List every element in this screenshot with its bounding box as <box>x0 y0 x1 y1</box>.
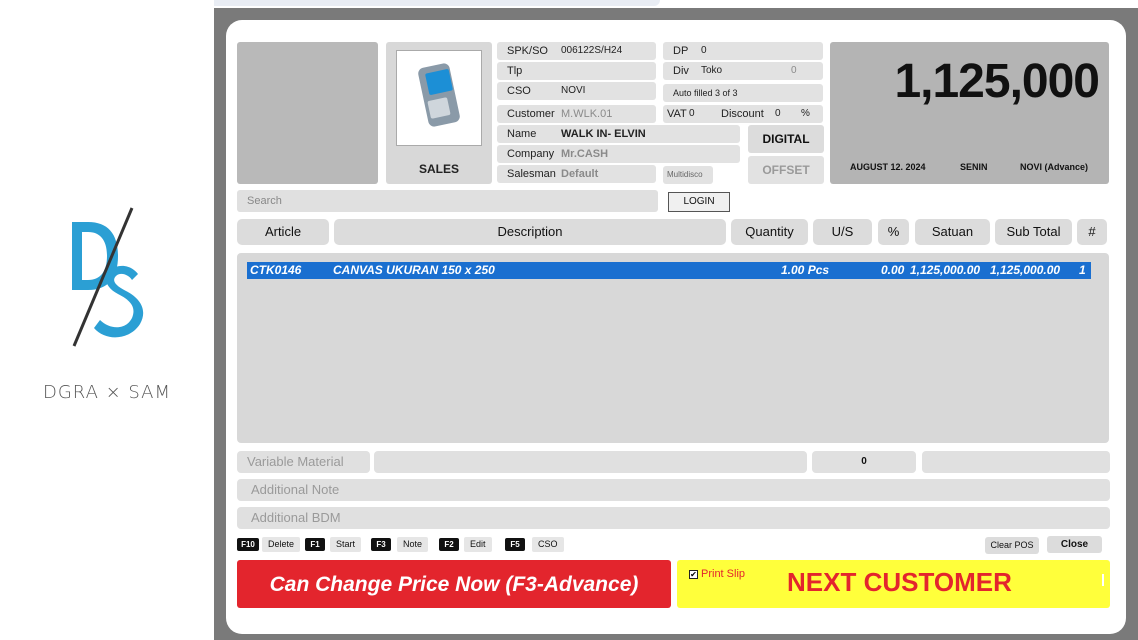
col-article[interactable]: Article <box>237 219 329 245</box>
div-value: Toko <box>701 65 723 76</box>
close-button[interactable]: Close <box>1047 536 1102 553</box>
shortcut-note[interactable]: Note <box>397 537 429 552</box>
cso-field[interactable]: CSO NOVI <box>497 82 656 100</box>
vat-discount-field[interactable]: VAT 0 Discount 0 % <box>663 105 823 123</box>
customer-value: M.WLK.01 <box>561 108 613 120</box>
div-count: 0 <box>791 65 797 76</box>
search-input[interactable]: Search <box>237 190 658 212</box>
multidisc-field[interactable]: Multidisco <box>663 166 713 184</box>
dp-label: DP <box>673 45 689 57</box>
cell-percent: 0.00 <box>881 263 905 277</box>
change-price-button[interactable]: Can Change Price Now (F3-Advance) <box>237 560 671 608</box>
div-label: Div <box>673 65 689 77</box>
total-amount: 1,125,000 <box>894 55 1100 108</box>
salesman-value: Default <box>561 168 599 180</box>
cso-value: NOVI <box>561 85 586 96</box>
day-text: SENIN <box>960 162 988 172</box>
key-f5: F5 <box>505 538 525 551</box>
shortcut-cso[interactable]: CSO <box>532 537 564 552</box>
sales-label: SALES <box>418 162 459 176</box>
digital-button[interactable]: DIGITAL <box>748 125 824 153</box>
cell-quantity: 1.00 Pcs <box>781 263 830 277</box>
customer-label: Customer <box>507 108 555 120</box>
spk-value: 006122S/H24 <box>561 45 623 56</box>
dp-field[interactable]: DP 0 <box>663 42 823 60</box>
user-text: NOVI (Advance) <box>1020 162 1089 172</box>
col-us[interactable]: U/S <box>813 219 872 245</box>
shortcut-start[interactable]: Start <box>330 537 362 552</box>
product-image <box>396 50 482 146</box>
discount-value: 0 <box>775 108 781 119</box>
autofill-text: Auto filled 3 of 3 <box>673 88 738 98</box>
spk-label: SPK/SO <box>507 45 548 57</box>
variable-material-label: Variable Material <box>237 451 370 473</box>
cursor-mark <box>1102 574 1104 586</box>
print-slip-label: Print Slip <box>701 568 746 580</box>
customer-photo <box>237 42 378 184</box>
variable-material-value: 0 <box>812 451 916 473</box>
div-field[interactable]: Div Toko 0 <box>663 62 823 80</box>
name-value: WALK IN- ELVIN <box>561 128 646 140</box>
salesman-label: Salesman <box>507 168 556 180</box>
salesman-field[interactable]: Salesman Default <box>497 165 656 183</box>
pos-screen: DGRA × SAM SALES SPK/SO 006122S/H24 Tlp … <box>0 0 1138 640</box>
offset-button[interactable]: OFFSET <box>748 156 824 184</box>
key-f10: F10 <box>237 538 259 551</box>
autofill-field: Auto filled 3 of 3 <box>663 84 823 102</box>
table-row[interactable]: CTK0146 CANVAS UKURAN 150 x 250 1.00 Pcs… <box>247 262 1091 279</box>
vat-label: VAT <box>667 108 687 120</box>
spk-field[interactable]: SPK/SO 006122S/H24 <box>497 42 656 60</box>
next-customer-button[interactable]: NEXT CUSTOMER <box>787 567 1012 598</box>
cso-label: CSO <box>507 85 531 97</box>
cell-description: CANVAS UKURAN 150 x 250 <box>333 263 495 277</box>
name-field[interactable]: Name WALK IN- ELVIN <box>497 125 740 143</box>
variable-material-extra[interactable] <box>922 451 1110 473</box>
phone-icon <box>418 63 460 127</box>
clear-pos-button[interactable]: Clear POS <box>985 537 1039 554</box>
next-customer-panel[interactable]: ✔ Print Slip NEXT CUSTOMER <box>677 560 1110 608</box>
discount-label: Discount <box>721 108 764 120</box>
cell-satuan: 1,125,000.00 <box>910 263 981 277</box>
shortcut-delete[interactable]: Delete <box>262 537 301 552</box>
key-f3: F3 <box>371 538 391 551</box>
col-subtotal[interactable]: Sub Total <box>995 219 1072 245</box>
name-label: Name <box>507 128 537 140</box>
tlp-field[interactable]: Tlp <box>497 62 656 80</box>
key-f1: F1 <box>305 538 325 551</box>
customer-field[interactable]: Customer M.WLK.01 <box>497 105 656 123</box>
col-satuan[interactable]: Satuan <box>915 219 990 245</box>
additional-bdm-input[interactable]: Additional BDM <box>237 507 1110 529</box>
company-label: Company <box>507 148 555 160</box>
tlp-label: Tlp <box>507 65 523 77</box>
shortcut-edit[interactable]: Edit <box>464 537 492 552</box>
brand-panel: DGRA × SAM <box>0 0 214 640</box>
item-grid[interactable]: CTK0146 CANVAS UKURAN 150 x 250 1.00 Pcs… <box>237 253 1109 443</box>
company-field[interactable]: Company Mr.CASH <box>497 145 740 163</box>
multidisc-label: Multidisco <box>667 170 703 179</box>
col-percent[interactable]: % <box>878 219 909 245</box>
company-value: Mr.CASH <box>561 148 609 160</box>
cell-number: 1 <box>1079 263 1086 277</box>
col-description[interactable]: Description <box>334 219 726 245</box>
print-slip-checkbox[interactable]: ✔ Print Slip <box>689 568 745 580</box>
cell-subtotal: 1,125,000.00 <box>990 263 1061 277</box>
variable-material-input[interactable] <box>374 451 807 473</box>
check-icon: ✔ <box>689 569 698 579</box>
discount-unit: % <box>801 108 810 119</box>
login-button[interactable]: LOGIN <box>668 192 730 212</box>
brand-text: DGRA × SAM <box>42 382 172 403</box>
col-quantity[interactable]: Quantity <box>731 219 808 245</box>
sales-box: SALES <box>386 42 492 184</box>
cell-article: CTK0146 <box>250 263 302 277</box>
key-f2: F2 <box>439 538 459 551</box>
col-number[interactable]: # <box>1077 219 1107 245</box>
date-text: AUGUST 12. 2024 <box>850 162 926 172</box>
ds-logo-icon <box>72 207 144 347</box>
additional-note-input[interactable]: Additional Note <box>237 479 1110 501</box>
total-panel: 1,125,000 AUGUST 12. 2024 SENIN NOVI (Ad… <box>830 42 1109 184</box>
vat-value: 0 <box>689 108 695 119</box>
dp-value: 0 <box>701 45 707 56</box>
